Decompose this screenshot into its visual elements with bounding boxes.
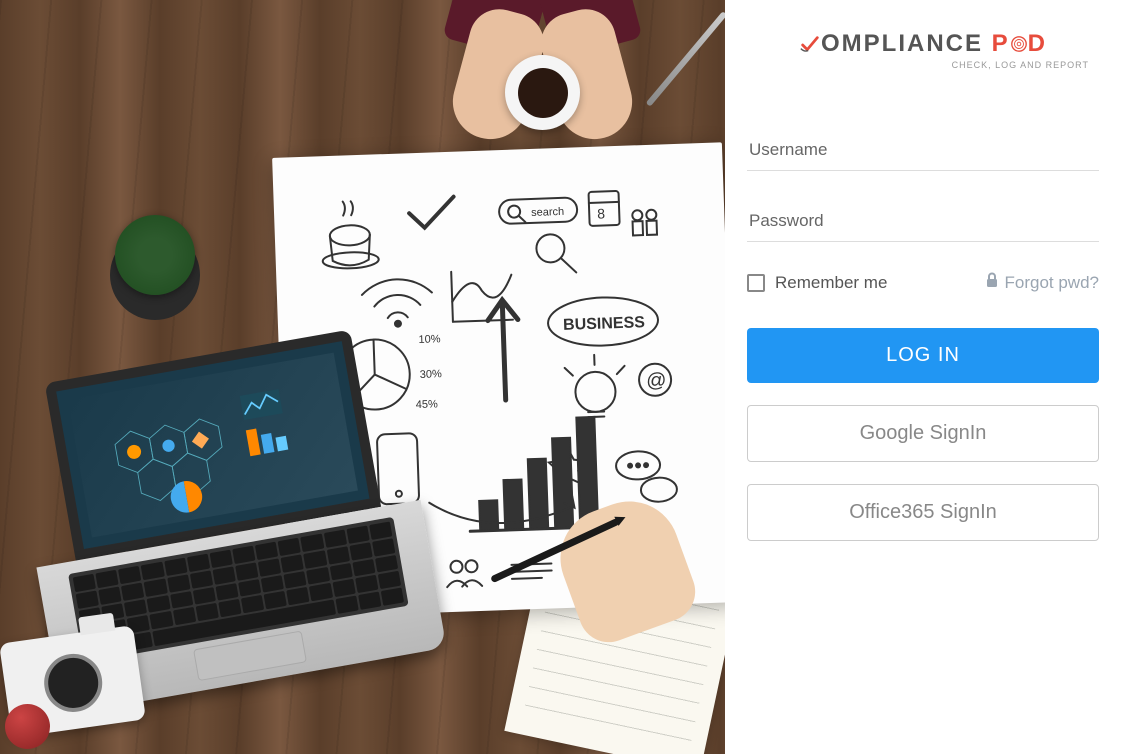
remember-me-label: Remember me — [775, 273, 887, 293]
username-input[interactable] — [747, 130, 1099, 171]
office365-signin-button[interactable]: Office365 SignIn — [747, 484, 1099, 541]
forgot-password-link[interactable]: Forgot pwd? — [985, 272, 1100, 293]
svg-text:@: @ — [646, 369, 667, 392]
brand-logo: OMPLIANCE P D CHECK, LOG AND REPORT — [747, 30, 1099, 70]
login-panel: OMPLIANCE P D CHECK, LOG AND REPORT Reme… — [725, 0, 1121, 754]
plant-illustration — [100, 210, 210, 320]
login-button[interactable]: LOG IN — [747, 328, 1099, 383]
svg-text:30%: 30% — [420, 368, 443, 381]
brand-tagline: CHECK, LOG AND REPORT — [747, 60, 1099, 70]
svg-text:8: 8 — [597, 205, 606, 221]
fingerprint-o-icon — [1010, 32, 1028, 50]
svg-text:10%: 10% — [418, 333, 441, 346]
svg-text:search: search — [531, 206, 564, 219]
remember-me-checkbox[interactable]: Remember me — [747, 273, 887, 293]
check-hand-icon — [799, 34, 821, 56]
brand-name-part1: OMPLIANCE — [821, 30, 983, 57]
forgot-password-label: Forgot pwd? — [1005, 273, 1100, 293]
svg-text:BUSINESS: BUSINESS — [563, 314, 646, 334]
svg-text:45%: 45% — [416, 398, 439, 411]
checkbox-icon — [747, 274, 765, 292]
hero-image-panel: search 8 20 % — [0, 0, 725, 754]
google-signin-button[interactable]: Google SignIn — [747, 405, 1099, 462]
apple-illustration — [5, 704, 50, 749]
lock-icon — [985, 272, 999, 293]
coffee-cup-illustration — [505, 55, 580, 130]
password-input[interactable] — [747, 201, 1099, 242]
brand-letter-d: D — [1028, 30, 1047, 57]
brand-letter-p: P — [992, 30, 1010, 57]
